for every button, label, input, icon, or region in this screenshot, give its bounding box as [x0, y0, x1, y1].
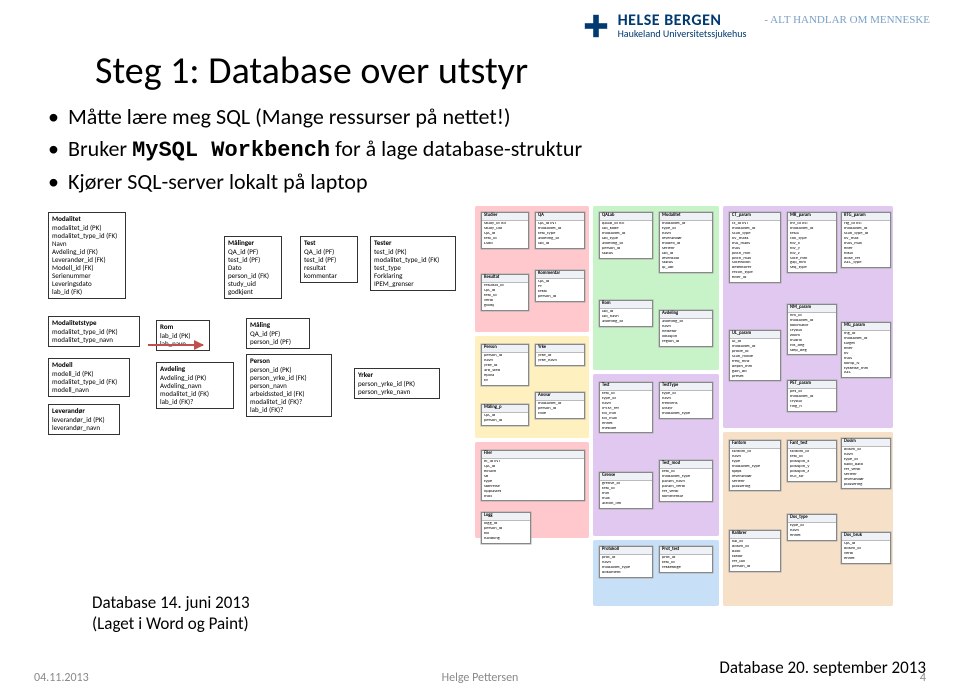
schema-box: Romlab_idlab_navnavdeling_id: [599, 300, 653, 327]
bullet-item: Kjører SQL-server lokalt på laptop: [48, 167, 912, 197]
bullet-list: Måtte lære meg SQL (Mange ressurser på n…: [48, 102, 912, 199]
schema-box: Test_modtest_idmodalitet_typeparam_navnp…: [659, 460, 713, 502]
schema-box: Modalitetmodalitet_idtype_idnavnleverand…: [659, 212, 713, 273]
bullet-text: Bruker: [68, 135, 132, 162]
caption-line: Database 14. juni 2013: [92, 592, 250, 613]
schema-box: RTG_paramrtg_id INTmodalitet_idscan_type…: [841, 212, 891, 268]
footer-page: 4: [920, 671, 926, 685]
bullet-item: Måtte lære meg SQL (Mange ressurser på n…: [48, 102, 912, 132]
schema-box: PET_parampet_idmodalitet_idcrystalring_n: [787, 380, 837, 412]
plus-cross-icon: [582, 12, 610, 40]
caption-line: (Laget i Word og Paint): [92, 613, 250, 634]
schema-box: Grensegrense_idtest_idminmaxaction_lim: [599, 472, 653, 509]
schema-box: MG_parammg_idmodalitet_idtargetfilterkVm…: [841, 322, 891, 378]
bullet-code: MySQL Workbench: [132, 138, 330, 163]
schema-box: Måling_pQA_idperson_id: [481, 404, 529, 426]
schema-box: KommentarQA_idPFtekstperson_id: [535, 270, 585, 302]
schema-box: Resultatresultat_idQA_idtest_idverdigodk…: [481, 274, 529, 311]
schema-box: Dos_typetype_idnavnenhet: [787, 514, 837, 541]
schema-box: Personperson_id (PK)person_yrke_id (FK)p…: [246, 354, 332, 417]
schema-box: Fant_testfantom_idtest_idposisjon_xposis…: [787, 440, 837, 482]
schema-box: QALabqalab_id INTlab_kodemodalitet_idlab…: [599, 212, 653, 259]
schema-box: MålingerQA_id (PF)test_id (PF)Datoperson…: [224, 236, 282, 299]
schema-box: Filerfil_id INTQA_idfilnavnstitypestørre…: [481, 450, 585, 501]
schema-box: AvdelingAvdeling_id (PK)Avdeling_navnmod…: [156, 362, 234, 409]
schema-box: TestQA_id (PF)test_id (PF)resultatkommen…: [300, 236, 358, 283]
schema-box: MR_parammr_id INTmodalitet_idteslacoil_t…: [787, 212, 837, 273]
schema-box: Studierstudy_id INTstudy_uidQA_idtest_id…: [481, 212, 529, 249]
diagram-left: Modalitetmodalitet_id (PK)modalitet_type…: [44, 210, 459, 580]
schema-box: Modalitetstypemodalitet_type_id (PK)moda…: [48, 316, 140, 347]
diagram-right: Studierstudy_id INTstudy_uidQA_idtest_id…: [469, 200, 916, 615]
schema-box: Kalibrerkal_iddosim_iddatofaktorref_labp…: [729, 530, 781, 572]
schema-box: Avdelingavdeling_idnavnhelseforlokasjonr…: [659, 310, 713, 347]
slide-title: Steg 1: Database over utstyr: [95, 48, 528, 94]
schema-box: CT_paramct_id INTmodalitet_idscan_typekV…: [729, 212, 781, 283]
schema-box: Ansvarmodalitet_idperson_idrolle: [535, 392, 585, 419]
schema-box: Modalitetmodalitet_id (PK)modalitet_type…: [48, 212, 126, 299]
org-sub: Haukeland Universitetssjukehus: [618, 29, 747, 39]
schema-box: UL_paramul_idmodalitet_idprobe_idscan_mo…: [729, 330, 781, 381]
schema-box: Personperson_idnavnyrke_idarb_stedepostt…: [481, 344, 529, 386]
schema-box: Testtest_idtype_idnavnIPEM_reftol_mintol…: [599, 382, 653, 433]
bullet-text: for å lage database-struktur: [330, 135, 582, 162]
schema-box: Yrkeyrke_idyrke_navn: [535, 344, 585, 366]
schema-box: Leverandørleverandør_id (PK)leverandør_n…: [48, 404, 120, 435]
schema-box: TestTypetype_idnavnfrekvensutstyrmodalit…: [659, 382, 713, 419]
schema-box: Yrkerperson_yrke_id (PK)person_yrke_navn: [354, 368, 440, 399]
schema-box: QAQA_id INTmodalitet_idtest_typeavdeling…: [535, 212, 585, 249]
org-logo-block: HELSE BERGEN Haukeland Universitetssjuke…: [582, 12, 930, 40]
bullet-item: Bruker MySQL Workbench for å lage databa…: [48, 134, 912, 166]
schema-box: Protokollprot_idnavnmodalitet_typedokume…: [599, 546, 653, 578]
arrow-icon: [148, 344, 203, 346]
schema-box: Prot_testprot_idtest_idrekkefølge: [659, 546, 713, 573]
schema-box: Fantomfantom_idnavntypemodalitet_typekjø…: [729, 440, 781, 491]
schema-box: Dos_brukQA_iddosim_idverdienhet: [841, 532, 891, 564]
schema-box: Modellmodell_id (PK)modalitet_type_id (F…: [48, 358, 130, 397]
schema-box: Testertest_id (PK)modalitet_type_id (FK)…: [370, 236, 456, 291]
org-tagline: - ALT HANDLAR OM MENNESKE: [764, 14, 930, 26]
footer-author: Helge Pettersen: [442, 671, 519, 685]
caption-left: Database 14. juni 2013 (Laget i Word og …: [92, 592, 250, 635]
schema-box: NM_paramnm_idmodalitet_idkollimatorcryst…: [787, 304, 837, 355]
footer-date: 04.11.2013: [34, 671, 89, 685]
schema-box: MålingQA_id (PF)person_id (PF): [246, 318, 310, 349]
schema-box: Dosimdosim_idnavntype_idkalib_datoref_ve…: [841, 438, 891, 489]
schema-box: Logglogg_idperson_idtidhandling: [481, 512, 531, 544]
slide-footer: 04.11.2013 Helge Pettersen 4: [34, 671, 926, 685]
